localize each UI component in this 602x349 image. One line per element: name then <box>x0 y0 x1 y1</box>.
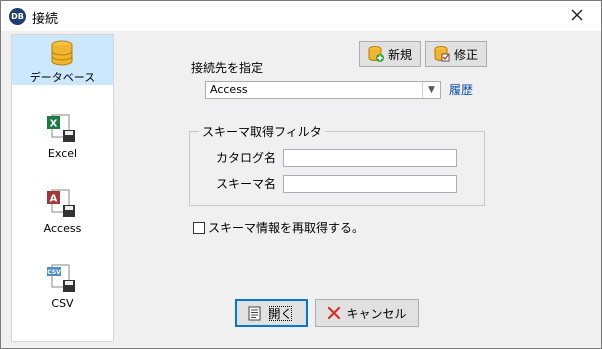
schema-filter-legend: スキーマ取得フィルタ <box>199 123 325 140</box>
sidebar-item-label: Access <box>43 222 82 235</box>
sidebar-item-database[interactable]: データベース <box>12 35 113 85</box>
document-icon <box>248 306 261 320</box>
excel-icon: X <box>47 114 75 142</box>
svg-text:A: A <box>50 194 58 205</box>
cancel-button-label: キャンセル <box>346 306 407 321</box>
connect-dialog: DB 接続 データベース X Excel A Access CSV CSV 新規… <box>0 0 602 349</box>
sidebar-item-label: CSV <box>51 297 74 310</box>
schema-label: スキーマ名 <box>216 177 277 191</box>
edit-button[interactable]: 修正 <box>425 41 487 67</box>
new-button-label: 新規 <box>387 47 412 62</box>
catalog-field[interactable] <box>283 149 457 167</box>
close-button[interactable] <box>555 5 599 27</box>
chevron-down-icon[interactable]: ▼ <box>422 82 440 98</box>
connection-panel: 新規 修正 接続先を指定 Access ▼ 履歴 スキーマ取得フィルタ カタログ… <box>119 33 597 344</box>
connection-select[interactable]: Access ▼ <box>205 81 441 99</box>
edit-button-label: 修正 <box>453 47 478 62</box>
open-button[interactable]: 開く <box>235 299 308 327</box>
refetch-label[interactable]: スキーマ情報を再取得する。 <box>208 219 364 236</box>
refetch-checkbox[interactable] <box>193 222 205 234</box>
catalog-label: カタログ名 <box>216 151 277 165</box>
sidebar-item-excel[interactable]: X Excel <box>12 109 113 169</box>
new-database-icon <box>368 46 384 62</box>
svg-text:X: X <box>50 119 58 130</box>
sidebar-item-csv[interactable]: CSV CSV <box>12 259 113 319</box>
open-button-label: 開く <box>266 303 294 324</box>
schema-filter-group: スキーマ取得フィルタ カタログ名 スキーマ名 <box>189 123 485 206</box>
cancel-x-icon <box>328 306 341 320</box>
sidebar-item-access[interactable]: A Access <box>12 184 113 244</box>
title-bar: DB 接続 <box>1 1 601 31</box>
close-icon <box>571 9 583 21</box>
schema-field[interactable] <box>283 175 457 193</box>
csv-icon: CSV <box>47 264 75 292</box>
history-link[interactable]: 履歴 <box>449 81 473 98</box>
access-icon: A <box>47 189 75 217</box>
cancel-button[interactable]: キャンセル <box>315 299 419 327</box>
edit-database-icon <box>434 46 450 62</box>
new-button[interactable]: 新規 <box>359 41 421 67</box>
connection-label: 接続先を指定 <box>191 61 264 75</box>
database-icon <box>51 40 73 66</box>
svg-text:CSV: CSV <box>47 269 61 276</box>
sidebar-item-label: データベース <box>29 71 96 84</box>
connection-select-value: Access <box>210 83 248 96</box>
window-title: 接続 <box>32 12 59 27</box>
app-db-icon: DB <box>9 8 26 25</box>
source-type-sidebar: データベース X Excel A Access CSV CSV <box>11 34 114 342</box>
sidebar-item-label: Excel <box>47 147 78 160</box>
